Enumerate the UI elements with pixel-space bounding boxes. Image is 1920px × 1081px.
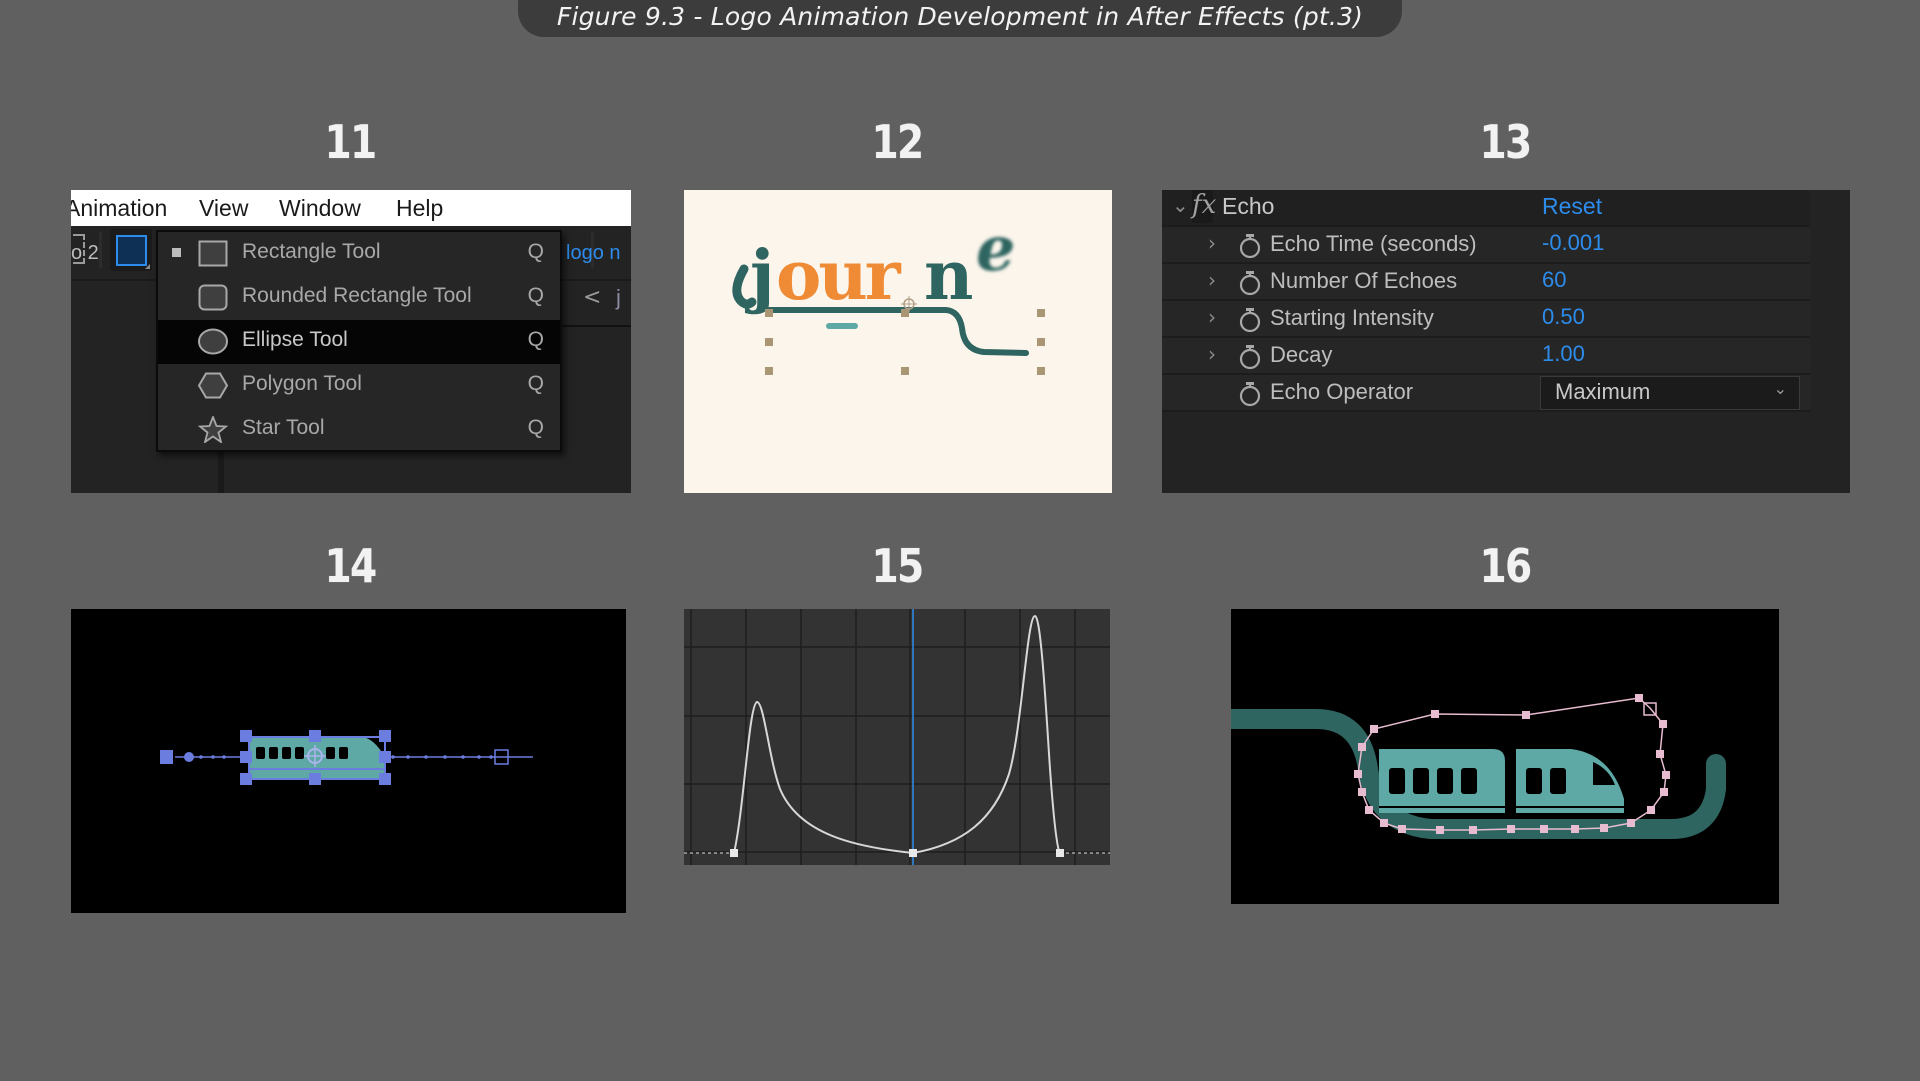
menu-item-label: Polygon Tool bbox=[242, 372, 362, 395]
composition-canvas bbox=[160, 730, 533, 785]
stopwatch-icon[interactable] bbox=[1238, 343, 1262, 370]
menu-item-label: Rectangle Tool bbox=[242, 240, 381, 263]
rectangle-icon bbox=[198, 240, 228, 267]
property-label: Starting Intensity bbox=[1270, 305, 1434, 330]
reset-button[interactable]: Reset bbox=[1542, 193, 1602, 220]
property-value[interactable]: 0.50 bbox=[1542, 304, 1585, 330]
property-label: Decay bbox=[1270, 342, 1333, 367]
step-number-13: 13 bbox=[1479, 115, 1532, 169]
train-shape bbox=[248, 736, 386, 780]
menu-item-label: Ellipse Tool bbox=[242, 328, 348, 351]
menu-item-polygon-tool[interactable]: Polygon Tool Q bbox=[158, 364, 560, 408]
stopwatch-icon[interactable] bbox=[1238, 232, 1262, 259]
property-value[interactable]: 60 bbox=[1542, 267, 1566, 293]
graph-canvas bbox=[684, 609, 1110, 865]
toolbar-divider bbox=[99, 232, 102, 268]
logo-letters-our: our bbox=[776, 236, 902, 316]
train-car-rear bbox=[1379, 749, 1505, 813]
train-car-front bbox=[1516, 749, 1624, 813]
menu-help[interactable]: Help bbox=[396, 195, 443, 222]
logo-composition-preview: j our n e bbox=[684, 190, 1112, 493]
train-track-path-preview bbox=[1231, 609, 1779, 904]
property-row: Echo Operator Maximum ⌄ bbox=[1162, 375, 1810, 412]
menu-item-ellipse-tool[interactable]: Ellipse Tool Q bbox=[158, 320, 560, 364]
figure-title-bar: Figure 9.3 - Logo Animation Development … bbox=[518, 0, 1402, 37]
logo-dash bbox=[826, 323, 858, 329]
chevron-down-icon: ⌄ bbox=[1773, 379, 1787, 398]
stopwatch-icon[interactable] bbox=[1238, 269, 1262, 296]
panel-divider bbox=[561, 325, 631, 327]
menu-item-rectangle-tool[interactable]: Rectangle Tool Q bbox=[158, 232, 560, 276]
comp-nav-fragment: j bbox=[616, 285, 621, 310]
step-number-14: 14 bbox=[324, 539, 377, 593]
current-tool-indicator bbox=[172, 248, 181, 257]
logo-underline-path bbox=[766, 307, 1029, 356]
stopwatch-icon[interactable] bbox=[1238, 306, 1262, 333]
expand-chevron-icon[interactable]: › bbox=[1208, 342, 1216, 366]
rectangle-tool-icon bbox=[116, 235, 147, 266]
property-row: › Starting Intensity 0.50 bbox=[1162, 301, 1810, 338]
menu-item-rounded-rectangle-tool[interactable]: Rounded Rectangle Tool Q bbox=[158, 276, 560, 320]
bezier-handle[interactable] bbox=[184, 752, 194, 762]
speed-curve[interactable] bbox=[733, 614, 1061, 855]
property-value[interactable]: 1.00 bbox=[1542, 341, 1585, 367]
expand-chevron-icon[interactable]: › bbox=[1208, 305, 1216, 329]
effect-header-row: ⌄ fx Echo Reset bbox=[1162, 190, 1810, 227]
stopwatch-icon[interactable] bbox=[1238, 380, 1262, 407]
dropdown-value: Maximum bbox=[1555, 379, 1651, 404]
figure-title: Figure 9.3 - Logo Animation Development … bbox=[556, 2, 1364, 31]
flyout-indicator-icon bbox=[145, 264, 150, 269]
shape-tools-dropdown: Rectangle Tool Q Rounded Rectangle Tool … bbox=[156, 230, 562, 452]
property-row: › Echo Time (seconds) -0.001 bbox=[1162, 227, 1810, 264]
composition-tab-fragment[interactable]: o 2 bbox=[71, 242, 99, 265]
logo-canvas: j our n e bbox=[732, 212, 1045, 375]
panel-divider bbox=[218, 445, 224, 493]
step-number-15: 15 bbox=[871, 539, 924, 593]
rounded-rectangle-icon bbox=[198, 284, 228, 311]
star-icon bbox=[198, 416, 228, 443]
composition-canvas bbox=[1231, 694, 1726, 839]
property-label: Number Of Echoes bbox=[1270, 268, 1458, 293]
fx-toggle-icon[interactable]: fx bbox=[1192, 190, 1216, 223]
effect-name: Echo bbox=[1222, 193, 1275, 219]
logo-letter-n: n bbox=[924, 236, 973, 316]
logo-letter-e: e bbox=[976, 212, 1015, 285]
polygon-icon bbox=[198, 372, 228, 399]
menu-animation[interactable]: Animation bbox=[71, 195, 167, 222]
step-number-16: 16 bbox=[1479, 539, 1532, 593]
menu-window[interactable]: Window bbox=[279, 195, 361, 222]
step-number-11: 11 bbox=[324, 115, 377, 169]
menu-item-label: Rounded Rectangle Tool bbox=[242, 284, 472, 307]
bounding-box-handles[interactable] bbox=[765, 309, 1045, 375]
menu-item-label: Star Tool bbox=[242, 416, 325, 439]
property-label: Echo Time (seconds) bbox=[1270, 231, 1477, 256]
shortcut-key: Q bbox=[527, 284, 544, 307]
keyframe-start[interactable] bbox=[160, 750, 173, 764]
echo-effect-controls: ⌄ fx Echo Reset › Echo Time (seconds) -0… bbox=[1162, 190, 1850, 493]
ellipse-icon bbox=[198, 328, 228, 355]
property-label: Echo Operator bbox=[1270, 379, 1414, 404]
expand-chevron-icon[interactable]: › bbox=[1208, 231, 1216, 255]
nav-back-chevron-icon[interactable]: < bbox=[583, 285, 601, 310]
collapse-chevron-icon[interactable]: ⌄ bbox=[1172, 193, 1189, 217]
composition-link-fragment[interactable]: logo n bbox=[566, 242, 621, 265]
shortcut-key: Q bbox=[527, 416, 544, 439]
shortcut-key: Q bbox=[527, 372, 544, 395]
step-number-12: 12 bbox=[871, 115, 924, 169]
graph-grid bbox=[684, 609, 1110, 865]
property-row: › Number Of Echoes 60 bbox=[1162, 264, 1810, 301]
menu-item-star-tool[interactable]: Star Tool Q bbox=[158, 408, 560, 452]
menu-view[interactable]: View bbox=[199, 195, 248, 222]
menu-bar: Animation View Window Help bbox=[71, 190, 631, 226]
shape-tool-menu-screenshot: Animation View Window Help o 2 logo n < … bbox=[71, 190, 631, 493]
speed-graph-editor bbox=[684, 609, 1110, 865]
expand-chevron-icon[interactable]: › bbox=[1208, 268, 1216, 292]
shortcut-key: Q bbox=[527, 328, 544, 351]
property-value[interactable]: -0.001 bbox=[1542, 230, 1604, 256]
echo-operator-dropdown[interactable]: Maximum ⌄ bbox=[1540, 376, 1800, 410]
train-layer-selection-preview bbox=[71, 609, 626, 913]
property-row: › Decay 1.00 bbox=[1162, 338, 1810, 375]
shape-tool-button[interactable] bbox=[110, 229, 152, 271]
shortcut-key: Q bbox=[527, 240, 544, 263]
